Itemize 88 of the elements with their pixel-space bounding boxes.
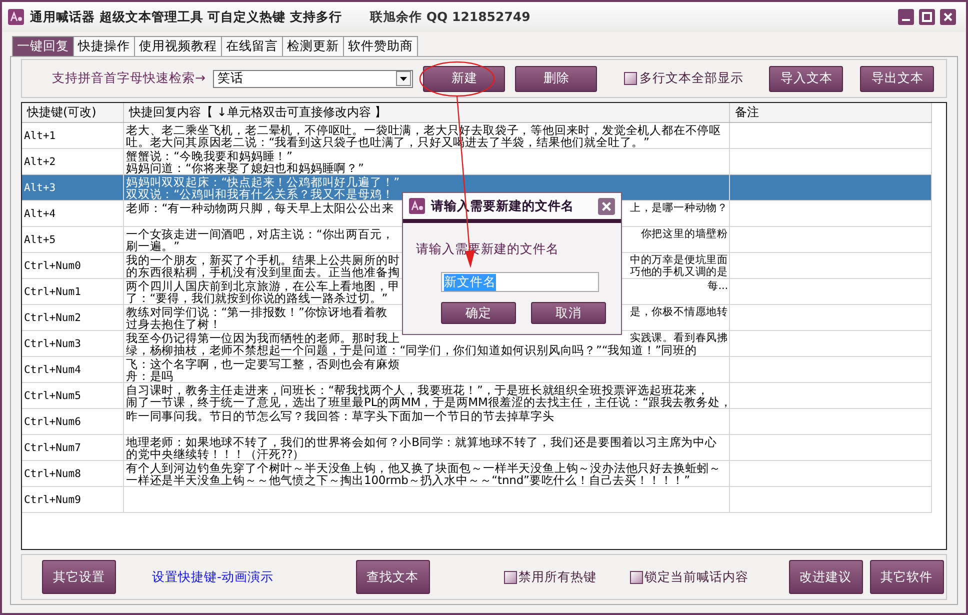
reply-text: 过身去抱住了树！ [126, 318, 222, 330]
hotkey-text: Alt+1 [24, 130, 56, 142]
hotkey-text: Ctrl+Num7 [24, 442, 81, 454]
maximize-icon[interactable] [919, 9, 935, 25]
action-button[interactable]: 改进建议 [788, 560, 863, 594]
tab[interactable]: 一键回复 [12, 36, 74, 56]
reply-text: 的党中央继续转！！！（汗死??） [126, 448, 305, 460]
table-row[interactable]: Ctrl+Num4 飞：这个名字啊，也一定要写工整，否则也会有麻烦 舟：是吗 [22, 357, 932, 383]
reply-text: 地理老师：如果地球不转了，我们的世界将会如何？小B同学：就算地球不转了，我们还是要围着以习主席为中心 [126, 436, 718, 448]
checkbox-label: 禁用所有热键 [518, 568, 597, 586]
demo-link[interactable]: 设置快捷键-动画演示 [152, 568, 274, 586]
checkbox[interactable] [630, 570, 643, 584]
minimize-icon[interactable] [898, 9, 914, 25]
reply-text: 妈妈叫双双起床：“快点起来！公鸡都叫好几遍了！” [126, 176, 401, 188]
author-text: 联旭余作 QQ 121852749 [370, 8, 530, 26]
reply-text: 飞：这个名字啊，也一定要写工整，否则也会有麻烦 [126, 358, 401, 370]
reply-text: 巧他的手机又调的是 [630, 266, 728, 278]
action-button[interactable]: 查找文本 [356, 560, 430, 594]
column-header[interactable]: 备注 [730, 103, 932, 122]
hotkey-text: Ctrl+Num4 [24, 364, 81, 376]
hotkey-text: Ctrl+Num0 [24, 260, 81, 272]
reply-text: 妈妈问道：“你将来娶了媳妇也和妈妈睡啊？” [126, 162, 365, 174]
close-icon[interactable] [598, 198, 615, 214]
reply-text: 双双说：“公鸡叫和我有什么关系？我又不是母鸡！ [126, 188, 395, 200]
tab[interactable]: 快捷操作 [73, 36, 135, 56]
reply-text: 是，你极不情愿地转 [630, 306, 728, 318]
hotkey-text: Ctrl+Num3 [24, 338, 81, 350]
window-title: 通用喊话器 超级文本管理工具 可自定义热键 支持多行 [30, 8, 342, 26]
hotkey-text: Alt+3 [24, 182, 56, 194]
tab[interactable]: 软件赞助商 [343, 36, 418, 56]
hotkey-text: Ctrl+Num5 [24, 390, 81, 402]
reply-text: 昨一同事问我。节日的节怎么写？我回答：草字头下面加一个节日的节去掉草字头 [126, 410, 556, 422]
close-icon[interactable] [940, 9, 956, 25]
app-icon [409, 198, 425, 214]
app-icon [8, 9, 24, 25]
checkbox-label: 多行文本全部显示 [639, 70, 744, 87]
reply-text: 的东西很粘稠，手机没有没到里面去。正当他准备掏 [126, 266, 401, 278]
import-button[interactable]: 导入文本 [769, 66, 844, 92]
reply-text: 一样还是半天没鱼上钩～～他气愤之下～掏出100rmb～扔入水中～～“tnnd”要吃什么！自己去买！！！！” [126, 474, 690, 486]
hotkey-text: Alt+2 [24, 156, 56, 168]
reply-text: 上，是哪一种动物？ [630, 202, 728, 214]
hotkey-text: Ctrl+Num2 [24, 312, 81, 324]
table-row[interactable]: Ctrl+Num9 [22, 487, 932, 513]
tab[interactable]: 在线留言 [221, 36, 283, 56]
reply-text: 一个女孩走进一间酒吧，对店主说：“你出两百元， [126, 228, 395, 240]
reply-text: 了：“要得，我们就按到你说的路线一路杀过切。” [126, 292, 388, 304]
new-button[interactable]: 新建 [423, 66, 506, 92]
table-row[interactable]: Ctrl+Num7 地理老师：如果地球不转了，我们的世界将会如何？小B同学：就算地球不转了，我们还是要围着以习主席为中心 的党中央继续转！！！（汗死??） [22, 435, 932, 461]
table-row[interactable]: Ctrl+Num8 有个人到河边钓鱼先穿了个树叶～半天没鱼上钩，他又换了块面包～一样半天没鱼上钩～没办法他只好去换蚯蚓～ 一样还是半天没鱼上钩～～他气愤之下～掏出100rmb～扔入水中～～“tnnd”要吃什么！自己去买！！！！” [22, 461, 932, 487]
reply-text: 老师：“有一种动物两只脚，每天早上太阳公公出来 [126, 202, 395, 214]
reply-text: 实践课。看到春风拂 [630, 332, 728, 344]
hotkey-text: Ctrl+Num6 [24, 416, 81, 428]
reply-text: 闹了一节课，终于统一了意见，选出了班里最PL的两MM，于是两MM很羞涩的去找主任，主任说：“跟我去教务处， [126, 396, 728, 408]
column-header[interactable]: 快捷键(可改) [22, 103, 124, 122]
reply-text: 绿，杨柳抽枝，老师不禁想起一个问题，于是问道：“同学们，你们知道如何识别风向吗？”“我知道！”同班的 [126, 344, 698, 356]
checkbox[interactable] [504, 570, 517, 584]
checkbox-label: 锁定当前喊话内容 [644, 568, 749, 586]
reply-text: 每... [707, 280, 728, 292]
hotkey-text: Ctrl+Num8 [24, 468, 81, 480]
hotkey-text: Alt+4 [24, 208, 56, 220]
reply-text: 我的一个朋友，新买了个手机。结果上公共厕所的时 [126, 254, 401, 266]
search-label: 支持拼音首字母快速检索→ [52, 70, 206, 87]
column-header[interactable]: 快捷回复内容【 ↓单元格双击可直接修改内容 】 [124, 103, 730, 122]
cancel-button[interactable]: 取消 [531, 302, 606, 324]
table-row[interactable]: Ctrl+Num5 自习课时，教务主任走进来，问班长：“帮我找两个人，我要班花！”，于是班长就组织全班投票评选起班花来， 闹了一节课，终于统一了意见，选出了班里最PL的两MM，于是两MM很羞涩的去找主任，主任说：“跟我去教务处， [22, 383, 932, 409]
ok-button[interactable]: 确定 [441, 302, 516, 324]
reply-text: 有个人到河边钓鱼先穿了个树叶～半天没鱼上钩，他又换了块面包～一样半天没鱼上钩～没办法他只好去换蚯蚓～ [126, 462, 722, 474]
hotkey-text: Ctrl+Num1 [24, 286, 81, 298]
checkbox[interactable] [624, 72, 638, 85]
table-row[interactable]: Ctrl+Num6 昨一同事问我。节日的节怎么写？我回答：草字头下面加一个节日的节去掉草字头 [22, 409, 932, 435]
reply-text: 两个四川人国庆前到北京旅游，在公车上看地图，甲 [126, 280, 401, 292]
reply-text: 自习课时，教务主任走进来，问班长：“帮我找两个人，我要班花！”，于是班长就组织全班投票评选起班花来， [126, 384, 709, 396]
hotkey-text: Alt+5 [24, 234, 56, 246]
action-button[interactable]: 其它设置 [42, 560, 116, 594]
reply-text: 刷一遍。” [126, 240, 180, 252]
export-button[interactable]: 导出文本 [860, 66, 934, 92]
reply-text: 我至今仍记得第一位因为我而牺牲的老师。那时我上 [126, 332, 401, 344]
action-button[interactable]: 其它软件 [870, 560, 944, 594]
reply-text: 中的万幸是便坑里面 [630, 254, 728, 266]
tab[interactable]: 使用视频教程 [134, 36, 222, 56]
reply-text: 教练对同学们说：“第一排报数！”你惊讶地看着教 [126, 306, 389, 318]
reply-text: 你把这里的墙壁粉 [640, 228, 728, 240]
category-dropdown[interactable]: 笑话 [213, 70, 414, 88]
reply-text: 蟹蟹说：“今晚我要和妈妈睡！” [126, 150, 292, 162]
delete-button[interactable]: 删除 [515, 66, 598, 92]
tab[interactable]: 检测更新 [282, 36, 344, 56]
hotkey-text: Ctrl+Num9 [24, 494, 81, 506]
reply-text: 舟：是吗 [126, 370, 174, 382]
